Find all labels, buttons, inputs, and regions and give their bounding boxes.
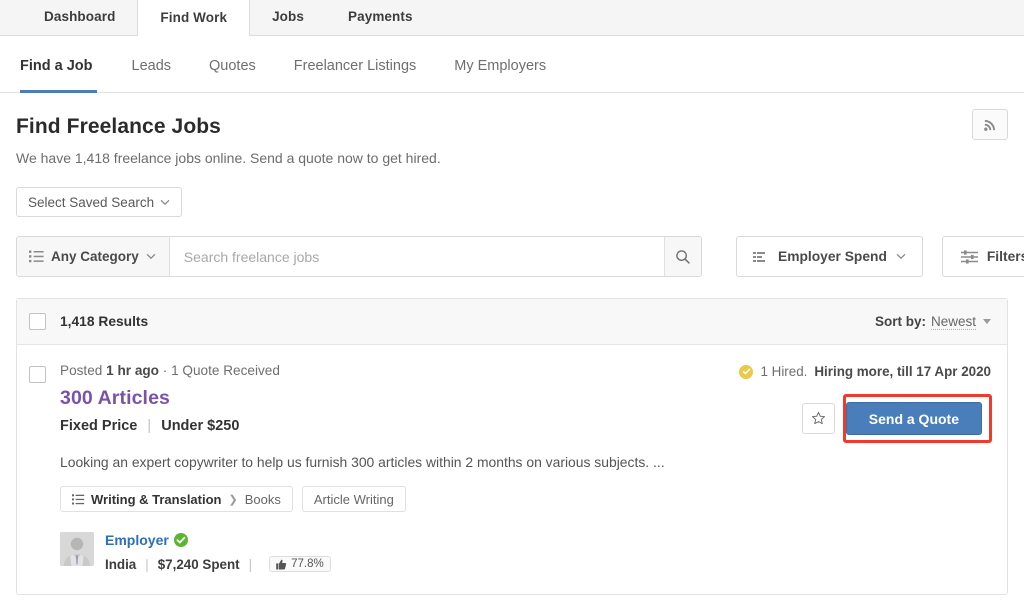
search-submit-button[interactable] xyxy=(664,237,701,276)
favorite-job-button[interactable] xyxy=(801,403,835,434)
user-avatar-icon xyxy=(60,532,94,567)
employer-spend-dropdown[interactable]: Employer Spend xyxy=(736,236,923,277)
page-title: Find Freelance Jobs xyxy=(16,115,221,138)
meta-separator: · xyxy=(162,363,168,378)
employer-spend-label: Employer Spend xyxy=(778,249,887,264)
results-header: 1,418 Results Sort by: Newest xyxy=(17,299,1007,345)
chevron-down-icon xyxy=(146,253,156,260)
tab-jobs[interactable]: Jobs xyxy=(250,0,326,35)
send-a-quote-button[interactable]: Send a Quote xyxy=(845,402,982,435)
filters-label: Filters xyxy=(986,249,1024,264)
employer-stats: India | $7,240 Spent | 77.8% xyxy=(105,556,331,573)
job-price-line: Fixed Price | Under $250 xyxy=(60,418,691,434)
page-header: Find Freelance Jobs We have 1,418 freela… xyxy=(16,93,1008,166)
select-all-checkbox[interactable] xyxy=(29,313,46,330)
subnav-item-find-a-job[interactable]: Find a Job xyxy=(16,36,113,93)
subnav-item-leads[interactable]: Leads xyxy=(113,36,191,93)
posted-prefix: Posted xyxy=(60,363,103,378)
subnav-item-quotes[interactable]: Quotes xyxy=(190,36,275,93)
chevron-down-icon xyxy=(896,253,906,260)
sliders-icon xyxy=(960,249,978,264)
employer-name-text: Employer xyxy=(105,532,169,549)
job-description: Looking an expert copywriter to help us … xyxy=(60,454,665,471)
tag-subcategory-name: Books xyxy=(244,491,281,507)
status-badge: 77.8% xyxy=(269,556,331,573)
verified-check-icon xyxy=(173,533,188,548)
chevron-right-icon: ❯ xyxy=(228,493,238,506)
job-main-content: Posted 1 hr ago · 1 Quote Received 300 A… xyxy=(46,363,691,573)
hiring-more-text: Hiring more, till 17 Apr 2020 xyxy=(814,364,991,379)
bar-chart-icon xyxy=(753,251,769,263)
hiring-status: 1 Hired. Hiring more, till 17 Apr 2020 xyxy=(739,364,991,379)
list-icon xyxy=(72,493,85,505)
select-saved-search-dropdown[interactable]: Select Saved Search xyxy=(16,187,183,217)
check-circle-icon xyxy=(739,364,754,379)
subnav-item-my-employers[interactable]: My Employers xyxy=(435,36,565,93)
job-select-checkbox[interactable] xyxy=(29,366,46,383)
tag-skill-name: Article Writing xyxy=(313,491,394,507)
search-input[interactable] xyxy=(169,237,664,276)
tab-dashboard[interactable]: Dashboard xyxy=(22,0,137,35)
page-body: Find Freelance Jobs We have 1,418 freela… xyxy=(0,93,1024,596)
employer-spent: $7,240 Spent xyxy=(157,556,240,572)
avatar xyxy=(60,532,94,567)
job-title-link[interactable]: 300 Articles xyxy=(60,387,691,410)
sort-by-dropdown[interactable]: Sort by: Newest xyxy=(875,314,991,330)
posted-time: 1 hr ago xyxy=(106,363,159,378)
caret-down-icon xyxy=(983,319,991,324)
employer-details: Employer India | $7,240 Spent | 77.8% xyxy=(105,532,331,573)
results-count-label: 1,418 Results xyxy=(60,314,149,329)
sort-by-value: Newest xyxy=(930,313,976,330)
rss-icon xyxy=(983,117,998,132)
subnav-item-freelancer-listings[interactable]: Freelancer Listings xyxy=(275,36,436,93)
primary-tab-bar: Dashboard Find Work Jobs Payments xyxy=(0,0,1024,36)
job-actions-column: 1 Hired. Hiring more, till 17 Apr 2020 S… xyxy=(691,363,992,572)
secondary-nav: Find a Job Leads Quotes Freelancer Listi… xyxy=(0,36,1024,93)
employer-name-link[interactable]: Employer xyxy=(105,532,188,548)
job-tag-row: Writing & Translation ❯ Books Article Wr… xyxy=(60,486,691,513)
saved-search-label: Select Saved Search xyxy=(28,194,155,210)
filters-dropdown[interactable]: Filters xyxy=(941,236,1024,277)
tab-payments[interactable]: Payments xyxy=(326,0,435,35)
price-type: Fixed Price xyxy=(60,418,138,435)
hired-count: 1 Hired. xyxy=(760,364,808,379)
category-dropdown[interactable]: Any Category xyxy=(17,237,170,276)
thumbs-up-icon xyxy=(276,559,287,570)
stat-separator: | xyxy=(248,556,253,572)
job-category-tag[interactable]: Writing & Translation ❯ Books xyxy=(60,486,293,513)
results-card: 1,418 Results Sort by: Newest Posted 1 h… xyxy=(16,298,1008,596)
chevron-down-icon xyxy=(160,199,170,206)
price-separator: | xyxy=(147,418,152,435)
cta-highlight-box: Send a Quote xyxy=(801,394,992,443)
sort-by-label: Sort by: xyxy=(874,314,926,329)
employer-country: India xyxy=(105,556,137,572)
tag-category-name: Writing & Translation xyxy=(91,491,222,507)
employer-rating: 77.8% xyxy=(291,558,324,571)
employer-block: Employer India | $7,240 Spent | 77.8% xyxy=(60,532,691,573)
job-skill-tag[interactable]: Article Writing xyxy=(301,486,406,513)
search-toolbar: Any Category Search freelance jobs Emplo… xyxy=(16,236,1024,277)
search-icon xyxy=(675,249,691,265)
star-icon xyxy=(811,411,826,426)
page-subtitle: We have 1,418 freelance jobs online. Sen… xyxy=(16,150,441,166)
price-value: Under $250 xyxy=(161,418,240,435)
rss-feed-button[interactable] xyxy=(972,109,1008,140)
list-icon xyxy=(29,250,44,263)
search-group: Any Category xyxy=(16,236,702,277)
stat-separator: | xyxy=(145,556,149,572)
job-posted-meta: Posted 1 hr ago · 1 Quote Received xyxy=(60,363,691,379)
category-label: Any Category xyxy=(51,249,139,264)
quotes-received: 1 Quote Received xyxy=(171,363,280,378)
job-listing-row: Posted 1 hr ago · 1 Quote Received 300 A… xyxy=(17,345,1007,594)
tab-find-work[interactable]: Find Work xyxy=(137,0,251,36)
